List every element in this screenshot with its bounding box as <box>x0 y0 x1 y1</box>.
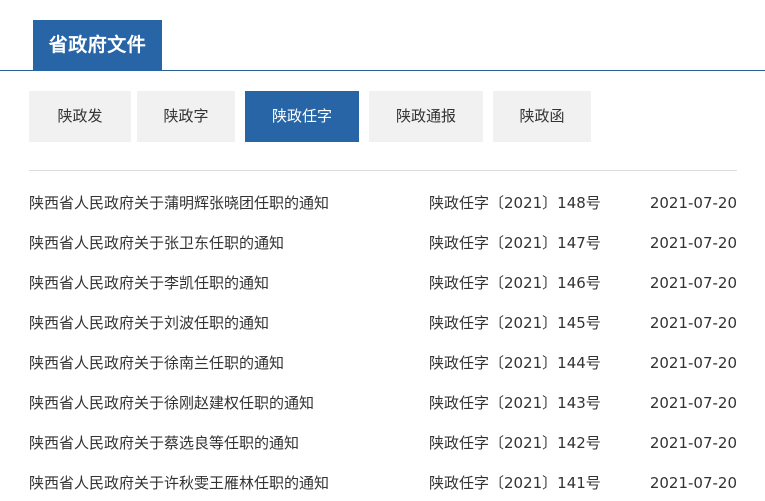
document-number: 陕政任字〔2021〕145号 <box>429 314 601 332</box>
tab-shaanzhenghan[interactable]: 陕政函 <box>493 91 591 142</box>
list-item: 陕西省人民政府关于刘波任职的通知 陕政任字〔2021〕145号 2021-07-… <box>29 303 737 343</box>
document-date: 2021-07-20 <box>649 434 737 452</box>
list-item: 陕西省人民政府关于蒲明辉张晓团任职的通知 陕政任字〔2021〕148号 2021… <box>29 183 737 223</box>
document-number: 陕政任字〔2021〕141号 <box>429 474 601 492</box>
document-date: 2021-07-20 <box>649 234 737 252</box>
document-title-link[interactable]: 陕西省人民政府关于徐南兰任职的通知 <box>29 343 284 383</box>
document-list: 陕西省人民政府关于蒲明辉张晓团任职的通知 陕政任字〔2021〕148号 2021… <box>29 183 737 501</box>
document-title-link[interactable]: 陕西省人民政府关于许秋雯王雁林任职的通知 <box>29 463 329 501</box>
document-date: 2021-07-20 <box>649 394 737 412</box>
list-item: 陕西省人民政府关于许秋雯王雁林任职的通知 陕政任字〔2021〕141号 2021… <box>29 463 737 501</box>
tab-shaanzhengrenzi[interactable]: 陕政任字 <box>245 91 359 142</box>
document-title-link[interactable]: 陕西省人民政府关于蒲明辉张晓团任职的通知 <box>29 183 329 223</box>
document-title-link[interactable]: 陕西省人民政府关于刘波任职的通知 <box>29 303 269 343</box>
document-number: 陕政任字〔2021〕143号 <box>429 394 601 412</box>
list-item: 陕西省人民政府关于李凯任职的通知 陕政任字〔2021〕146号 2021-07-… <box>29 263 737 303</box>
list-item: 陕西省人民政府关于徐南兰任职的通知 陕政任字〔2021〕144号 2021-07… <box>29 343 737 383</box>
document-date: 2021-07-20 <box>649 314 737 332</box>
document-date: 2021-07-20 <box>649 194 737 212</box>
tab-shaanzhengtongbao[interactable]: 陕政通报 <box>369 91 483 142</box>
document-title-link[interactable]: 陕西省人民政府关于张卫东任职的通知 <box>29 223 284 263</box>
list-item: 陕西省人民政府关于徐刚赵建权任职的通知 陕政任字〔2021〕143号 2021-… <box>29 383 737 423</box>
document-date: 2021-07-20 <box>649 354 737 372</box>
document-title-link[interactable]: 陕西省人民政府关于徐刚赵建权任职的通知 <box>29 383 314 423</box>
document-date: 2021-07-20 <box>649 474 737 492</box>
tab-shaanzhengzi[interactable]: 陕政字 <box>137 91 235 142</box>
list-item: 陕西省人民政府关于蔡选良等任职的通知 陕政任字〔2021〕142号 2021-0… <box>29 423 737 463</box>
list-item: 陕西省人民政府关于张卫东任职的通知 陕政任字〔2021〕147号 2021-07… <box>29 223 737 263</box>
section-header: 省政府文件 <box>0 0 765 71</box>
document-title-link[interactable]: 陕西省人民政府关于蔡选良等任职的通知 <box>29 423 299 463</box>
section-title: 省政府文件 <box>33 20 162 71</box>
document-title-link[interactable]: 陕西省人民政府关于李凯任职的通知 <box>29 263 269 303</box>
document-number: 陕政任字〔2021〕146号 <box>429 274 601 292</box>
document-number: 陕政任字〔2021〕147号 <box>429 234 601 252</box>
document-number: 陕政任字〔2021〕142号 <box>429 434 601 452</box>
divider <box>29 170 737 171</box>
document-date: 2021-07-20 <box>649 274 737 292</box>
page: 省政府文件 陕政发 陕政字 陕政任字 陕政通报 陕政函 陕西省人民政府关于蒲明辉… <box>0 0 765 501</box>
document-number: 陕政任字〔2021〕144号 <box>429 354 601 372</box>
document-number: 陕政任字〔2021〕148号 <box>429 194 601 212</box>
tab-shaanzhengfa[interactable]: 陕政发 <box>29 91 131 142</box>
